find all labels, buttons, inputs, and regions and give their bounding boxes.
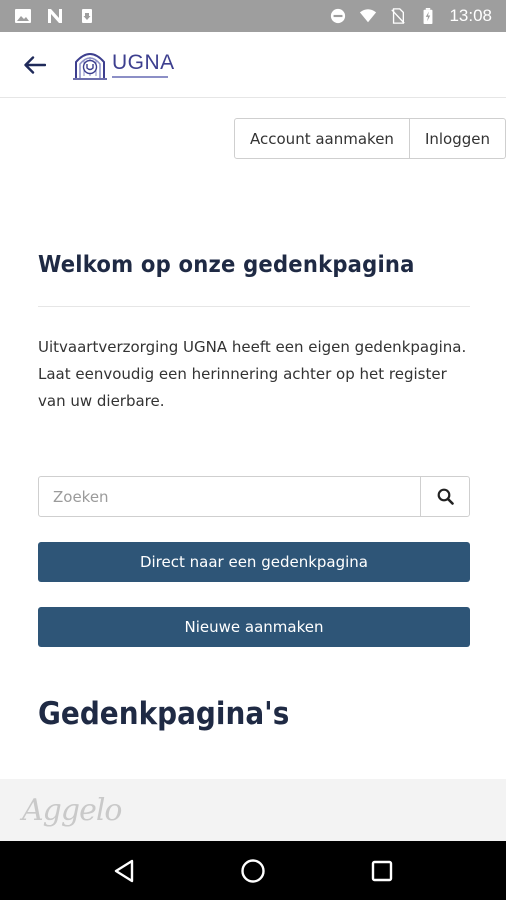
memorial-pages-title: Gedenkpagina's — [38, 696, 290, 732]
login-button[interactable]: Inloggen — [409, 118, 506, 159]
logo-text: UGNA — [112, 50, 175, 74]
nav-recents-button[interactable] — [352, 841, 412, 900]
do-not-disturb-icon — [331, 8, 346, 24]
magnifier-icon — [437, 488, 454, 505]
wifi-icon — [360, 9, 377, 23]
search-button[interactable] — [420, 477, 469, 516]
intro-text: Uitvaartverzorging UGNA heeft een eigen … — [38, 338, 467, 410]
system-nav-bar — [0, 841, 506, 900]
back-button[interactable] — [0, 32, 70, 98]
search-input[interactable] — [39, 477, 420, 516]
arrow-left-icon — [24, 55, 46, 74]
status-bar: 13:08 — [0, 0, 506, 32]
footer-signature: Aggelo — [22, 792, 122, 828]
welcome-title: Welkom op onze gedenkpagina — [38, 252, 415, 278]
footer-strip: Aggelo — [0, 779, 506, 841]
no-sim-icon — [391, 8, 406, 24]
create-account-button[interactable]: Account aanmaken — [234, 118, 410, 159]
direct-to-page-button[interactable]: Direct naar een gedenkpagina — [38, 542, 470, 582]
back-triangle-icon — [115, 859, 134, 882]
status-notifications — [14, 8, 96, 24]
nav-back-button[interactable] — [94, 841, 154, 900]
download-notification-icon — [82, 9, 92, 23]
image-notification-icon — [15, 9, 31, 23]
ugna-logo: UGNA — [70, 48, 175, 82]
home-circle-icon — [241, 858, 265, 883]
title-divider — [38, 306, 470, 307]
search-group — [38, 476, 470, 517]
n-notification-icon — [48, 9, 62, 23]
logo-tagline-line — [112, 75, 168, 78]
status-system: 13:08 — [329, 6, 492, 26]
battery-charging-icon — [424, 8, 433, 24]
create-new-button[interactable]: Nieuwe aanmaken — [38, 607, 470, 647]
nav-home-button[interactable] — [223, 841, 283, 900]
ugna-emblem-icon — [73, 52, 107, 80]
status-time: 13:08 — [449, 6, 492, 25]
app-bar: UGNA — [0, 32, 506, 98]
account-button-group: Account aanmaken Inloggen — [234, 118, 506, 159]
recents-square-icon — [371, 860, 392, 881]
